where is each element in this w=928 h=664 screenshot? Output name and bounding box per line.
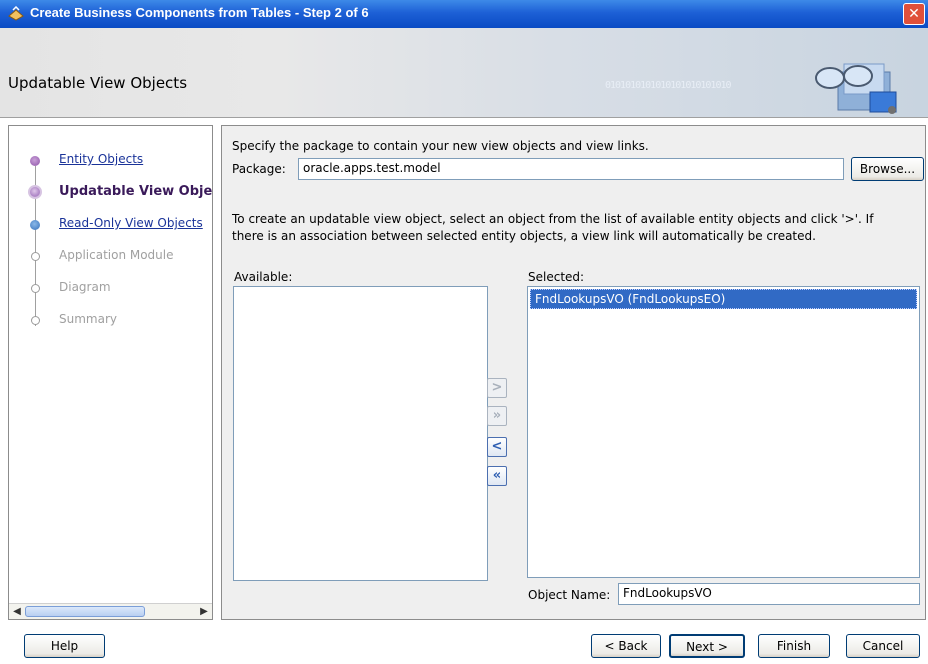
object-name-input[interactable]: FndLookupsVO (618, 583, 920, 605)
step-summary: Summary (9, 310, 212, 330)
title-bar: Create Business Components from Tables -… (0, 0, 928, 28)
step-application-module: Application Module (9, 246, 212, 266)
steps-horizontal-scrollbar[interactable]: ◀ ▶ (9, 603, 212, 619)
cancel-button[interactable]: Cancel (846, 634, 920, 658)
selected-label: Selected: (528, 270, 585, 284)
move-left-button[interactable]: < (487, 437, 507, 457)
step-pending-icon (31, 252, 40, 261)
step-visited-icon (30, 220, 40, 230)
step-label: Summary (59, 312, 117, 326)
move-all-left-button[interactable]: « (487, 466, 507, 486)
step-updatable-view-objects[interactable]: Updatable View Obje (9, 182, 213, 202)
list-item[interactable]: FndLookupsVO (FndLookupsEO) (530, 289, 917, 309)
move-right-button[interactable]: > (487, 378, 507, 398)
wizard-steps-panel: Entity Objects Updatable View Obje Read-… (8, 125, 213, 620)
step-diagram: Diagram (9, 278, 212, 298)
browse-button[interactable]: Browse... (851, 157, 924, 181)
step-current-icon (28, 185, 42, 199)
wizard-icon (8, 6, 24, 21)
step-label: Entity Objects (59, 152, 144, 166)
scroll-left-icon[interactable]: ◀ (10, 605, 24, 618)
page-title: Updatable View Objects (8, 74, 188, 92)
object-name-label: Object Name: (528, 588, 611, 602)
package-label: Package: (232, 162, 286, 176)
step-label: Read-Only View Objects (59, 216, 203, 230)
main-panel: Specify the package to contain your new … (221, 125, 926, 620)
scrollbar-thumb[interactable] (25, 606, 145, 617)
help-text-line-2: there is an association between selected… (232, 229, 816, 243)
package-instruction: Specify the package to contain your new … (232, 139, 649, 153)
step-label: Diagram (59, 280, 111, 294)
available-list[interactable] (233, 286, 488, 581)
step-pending-icon (31, 316, 40, 325)
window-title: Create Business Components from Tables -… (30, 5, 369, 20)
help-text-line-1: To create an updatable view object, sele… (232, 212, 874, 226)
close-button[interactable]: ✕ (903, 3, 925, 25)
step-entity-objects[interactable]: Entity Objects (9, 150, 212, 170)
header-decoration: 0101010101010101010101010 (605, 80, 732, 91)
selected-list[interactable]: FndLookupsVO (FndLookupsEO) (527, 286, 920, 578)
step-pending-icon (31, 284, 40, 293)
finish-button[interactable]: Finish (758, 634, 830, 658)
step-label: Application Module (59, 248, 174, 262)
step-visited-icon (30, 156, 40, 166)
help-button[interactable]: Help (24, 634, 105, 658)
scroll-right-icon[interactable]: ▶ (197, 605, 211, 618)
glasses-icon (815, 63, 897, 114)
next-button[interactable]: Next > (669, 634, 745, 658)
step-label: Updatable View Obje (59, 184, 213, 199)
available-label: Available: (234, 270, 293, 284)
back-button[interactable]: < Back (591, 634, 661, 658)
package-input[interactable]: oracle.apps.test.model (298, 158, 844, 180)
wizard-header: 0101010101010101010101010 Updatable View… (0, 28, 928, 118)
step-read-only-view-objects[interactable]: Read-Only View Objects (9, 214, 212, 234)
move-all-right-button[interactable]: » (487, 406, 507, 426)
